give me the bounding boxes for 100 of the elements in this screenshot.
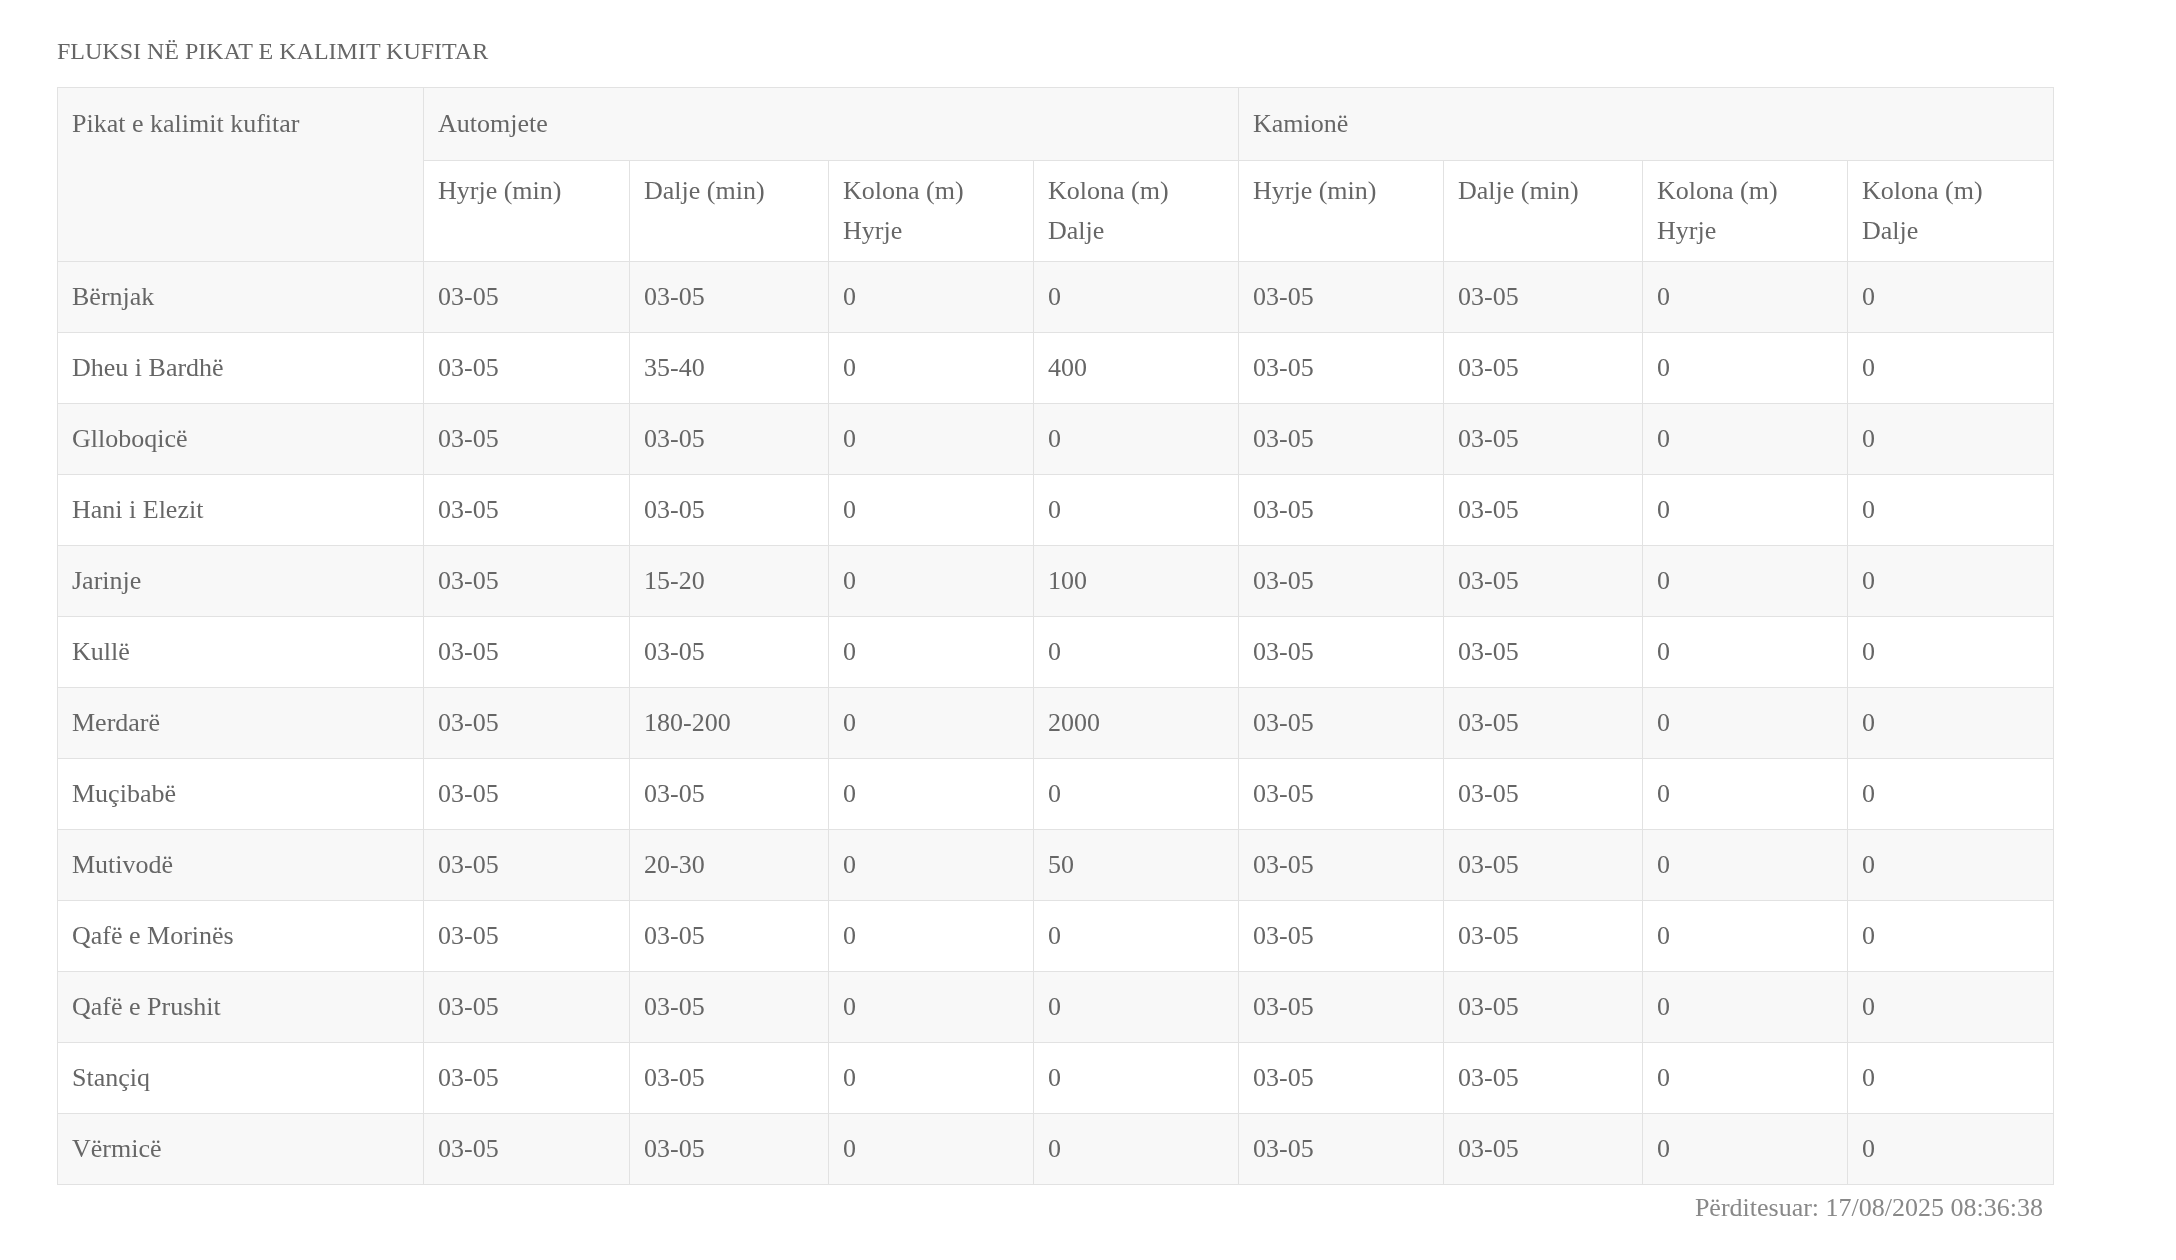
table-cell: 0	[1033, 261, 1239, 333]
table-cell: 03-05	[1443, 261, 1643, 333]
table-cell: 2000	[1033, 687, 1239, 759]
table-cell: Jarinje	[57, 545, 424, 617]
table-cell: 03-05	[1238, 616, 1444, 688]
table-cell: 03-05	[1443, 900, 1643, 972]
column-header: Pikat e kalimit kufitar	[57, 87, 424, 262]
table-cell: 0	[1033, 758, 1239, 830]
table-cell: 03-05	[423, 332, 630, 404]
table-cell: 0	[828, 1042, 1034, 1114]
column-header: Kolona (m) Dalje	[1033, 160, 1239, 262]
table-cell: 03-05	[629, 971, 829, 1043]
column-header: Hyrje (min)	[1238, 160, 1444, 262]
table-cell: 0	[828, 545, 1034, 617]
table-title: FLUKSI NË PIKAT E KALIMIT KUFITAR	[57, 38, 490, 65]
table-cell: 0	[1847, 332, 2054, 404]
table-cell: 03-05	[1443, 403, 1643, 475]
table-cell: Dheu i Bardhë	[57, 332, 424, 404]
table-cell: Qafë e Morinës	[57, 900, 424, 972]
table-cell: 0	[1847, 261, 2054, 333]
column-header: Kolona (m) Hyrje	[828, 160, 1034, 262]
table-cell: 0	[1033, 474, 1239, 546]
table-cell: Bërnjak	[57, 261, 424, 333]
table-cell: 0	[828, 687, 1034, 759]
table-cell: 03-05	[1238, 1042, 1444, 1114]
table-cell: 0	[1642, 971, 1848, 1043]
column-header: Dalje (min)	[629, 160, 829, 262]
table-cell: 03-05	[629, 1113, 829, 1185]
table-cell: 0	[828, 1113, 1034, 1185]
table-cell: 0	[1642, 687, 1848, 759]
table-cell: 03-05	[1238, 900, 1444, 972]
table-cell: 0	[1847, 474, 2054, 546]
table-cell: 35-40	[629, 332, 829, 404]
table-cell: 0	[1642, 332, 1848, 404]
table-cell: 50	[1033, 829, 1239, 901]
table-cell: 03-05	[1443, 474, 1643, 546]
column-header: Kolona (m) Hyrje	[1642, 160, 1848, 262]
table-cell: 0	[1847, 687, 2054, 759]
table-cell: 03-05	[423, 1113, 630, 1185]
table-cell: 03-05	[1238, 1113, 1444, 1185]
table-cell: 0	[1642, 403, 1848, 475]
table-cell: 03-05	[1238, 971, 1444, 1043]
table-cell: 0	[828, 403, 1034, 475]
table-cell: 03-05	[1238, 403, 1444, 475]
table-cell: 0	[1847, 758, 2054, 830]
table-cell: 03-05	[1238, 829, 1444, 901]
table-cell: Stançiq	[57, 1042, 424, 1114]
table-cell: 0	[1847, 545, 2054, 617]
table-cell: 0	[1642, 474, 1848, 546]
table-cell: Kullë	[57, 616, 424, 688]
table-cell: 0	[1642, 1113, 1848, 1185]
table-cell: 180-200	[629, 687, 829, 759]
table-cell: 03-05	[423, 829, 630, 901]
table-cell: 03-05	[423, 900, 630, 972]
table-cell: 03-05	[629, 474, 829, 546]
table-cell: 03-05	[423, 687, 630, 759]
table-cell: 0	[828, 616, 1034, 688]
table-cell: 0	[828, 474, 1034, 546]
table-cell: Mutivodë	[57, 829, 424, 901]
table-cell: 0	[1033, 616, 1239, 688]
table-cell: 0	[828, 971, 1034, 1043]
table-cell: 03-05	[1238, 545, 1444, 617]
table-cell: 0	[1847, 1042, 2054, 1114]
table-cell: Glloboqicë	[57, 403, 424, 475]
table-cell: 0	[1642, 545, 1848, 617]
column-header: Kolona (m) Dalje	[1847, 160, 2054, 262]
table-cell: 100	[1033, 545, 1239, 617]
table-cell: 03-05	[1443, 332, 1643, 404]
updated-timestamp: Përditesuar: 17/08/2025 08:36:38	[1693, 1193, 2044, 1223]
table-cell: 03-05	[423, 971, 630, 1043]
table-cell: 20-30	[629, 829, 829, 901]
table-cell: 0	[1642, 261, 1848, 333]
table-cell: 0	[828, 758, 1034, 830]
table-cell: 0	[1033, 403, 1239, 475]
column-header: Hyrje (min)	[423, 160, 630, 262]
table-cell: 03-05	[629, 403, 829, 475]
table-cell: 03-05	[1238, 687, 1444, 759]
table-cell: 03-05	[423, 545, 630, 617]
table-cell: 03-05	[1443, 545, 1643, 617]
table-cell: Vërmicë	[57, 1113, 424, 1185]
table-cell: 03-05	[629, 1042, 829, 1114]
table-cell: 0	[1033, 1042, 1239, 1114]
table-cell: 03-05	[1238, 758, 1444, 830]
table-cell: 03-05	[629, 900, 829, 972]
table-cell: 0	[828, 261, 1034, 333]
table-cell: 0	[1642, 616, 1848, 688]
table-cell: 0	[1642, 1042, 1848, 1114]
table-cell: 0	[1847, 971, 2054, 1043]
table-cell: 0	[1642, 829, 1848, 901]
table-cell: 03-05	[1443, 1042, 1643, 1114]
table-cell: 0	[1847, 403, 2054, 475]
table-cell: 0	[828, 829, 1034, 901]
table-cell: 03-05	[629, 758, 829, 830]
table-cell: 03-05	[1238, 474, 1444, 546]
table-cell: 03-05	[423, 1042, 630, 1114]
table-cell: Qafë e Prushit	[57, 971, 424, 1043]
table-cell: 03-05	[1238, 261, 1444, 333]
table-cell: 0	[1847, 616, 2054, 688]
table-cell: 03-05	[1443, 1113, 1643, 1185]
table-cell: 0	[828, 332, 1034, 404]
